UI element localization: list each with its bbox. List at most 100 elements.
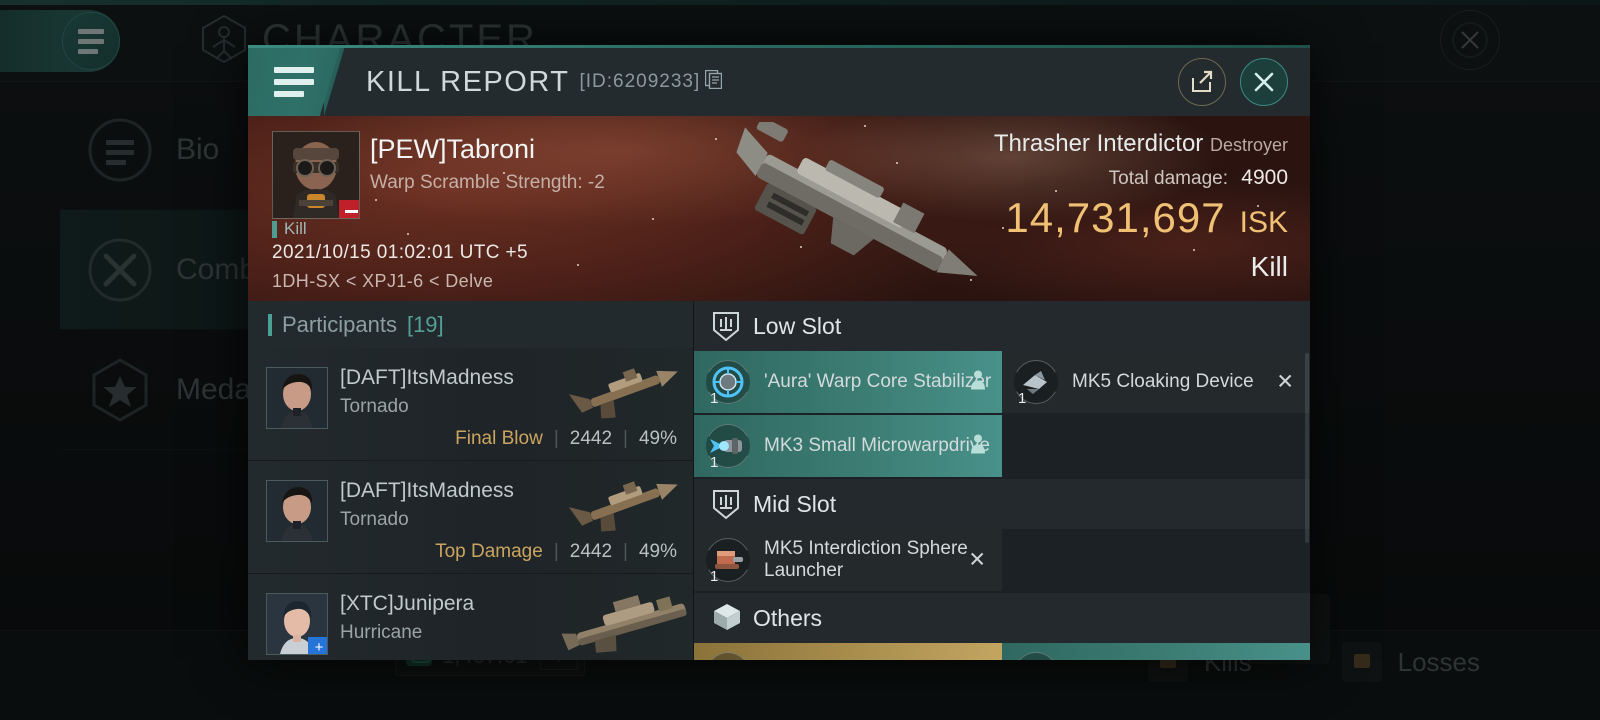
item-name: MK5 Cloaking Device	[1072, 371, 1254, 393]
list-item[interactable]: 1 MK3 Small Microwarpdrive	[694, 415, 1002, 477]
hamburger-icon	[274, 79, 314, 85]
list-item[interactable]: 1 'Aura' Warp Core Stabilizer	[694, 351, 1002, 413]
victim-ship-name: Thrasher Interdictor	[993, 130, 1204, 157]
fitting-column-left: 1 'Aura' Warp Core Stabilizer 1 MK3 Smal…	[694, 351, 1002, 479]
victim-attribute: Warp Scramble Strength: -2	[370, 172, 605, 193]
hurricane-ship-art	[561, 586, 701, 660]
avatar: +	[266, 593, 328, 655]
microwarpdrive-icon: 1	[706, 424, 750, 471]
total-damage-label: Total damage:	[1108, 168, 1228, 189]
fitting-grid-mid-slot: 1 MK5 Interdiction Sphere Launcher ✕	[694, 529, 1310, 593]
participant-damage: 2442	[569, 541, 613, 562]
minus-badge-icon	[339, 200, 359, 218]
item-name: 'Aura' Warp Core Stabilizer	[764, 371, 992, 393]
kill-location: 1DH-SX < XPJ1-6 < Delve	[272, 271, 494, 291]
fitting-grid-others: Lv.6 Minmatar Ship	[694, 643, 1310, 660]
kill-result-label: Kill	[1250, 251, 1288, 282]
fitting-column-right: Plasmoids	[1002, 643, 1310, 660]
close-icon[interactable]: ✕	[1276, 370, 1294, 395]
total-damage-row: Total damage: 4900	[1109, 166, 1288, 190]
copy-icon[interactable]	[705, 69, 723, 94]
stat-separator: |	[623, 541, 628, 562]
fitting-column-left: 1 MK5 Interdiction Sphere Launcher ✕	[694, 529, 1002, 593]
participant-ship: Tornado	[340, 509, 409, 530]
fitting-column-right: 1 MK5 Cloaking Device ✕	[1002, 351, 1310, 479]
tornado-ship-art	[567, 465, 687, 541]
participants-count: [19]	[406, 311, 444, 337]
dialog-title: KILL REPORT	[366, 65, 570, 98]
dialog-body: Participants [19] [DAFT]ItsMadness Torna…	[248, 301, 1310, 660]
isk-amount: 14,731,697	[1005, 194, 1226, 241]
isk-value-row: 14,731,697 ISK	[1005, 194, 1288, 242]
participant-stats: Top Damage | 2442 | 49%	[435, 541, 677, 563]
person-icon	[970, 434, 986, 459]
list-item[interactable]: 1 MK5 Interdiction Sphere Launcher ✕	[694, 529, 1002, 591]
total-damage-value: 4900	[1241, 166, 1288, 189]
victim-avatar[interactable]	[272, 131, 360, 219]
warp-core-stabilizer-icon: 1	[706, 360, 750, 407]
participant-ship: Hurricane	[340, 622, 423, 643]
participant-percent: 49%	[638, 541, 677, 562]
fitting-section-title: Others	[753, 604, 823, 631]
item-quantity: 1	[710, 454, 719, 471]
participant-name: [DAFT]ItsMadness	[340, 479, 514, 502]
close-icon[interactable]: ✕	[968, 548, 986, 573]
fitting-column-left: Lv.6 Minmatar Ship	[694, 643, 1002, 660]
kill-tag-marker	[272, 220, 277, 238]
participant-ship: Tornado	[340, 396, 409, 417]
interdiction-sphere-launcher-icon: 1	[706, 538, 750, 585]
screen-root: CHARACTER Bio	[0, 0, 1600, 720]
participant-tag: Top Damage	[435, 541, 543, 562]
fitting-section-title: Low Slot	[753, 312, 842, 339]
dialog-report-id: [ID:6209233]	[579, 71, 701, 92]
participant-tag: Final Blow	[455, 428, 543, 449]
slot-shield-icon	[712, 310, 740, 342]
avatar-male-dark-hair	[267, 481, 327, 541]
stat-separator: |	[623, 428, 628, 449]
fitting-section-header-mid-slot: Mid Slot	[694, 479, 1310, 529]
fitting-section-header-others: Others	[694, 593, 1310, 643]
victim-ship-header: Thrasher Interdictor Destroyer	[994, 130, 1288, 158]
kill-timestamp: 2021/10/15 01:02:01 UTC +5	[272, 242, 528, 263]
list-item[interactable]: Plasmoids	[1002, 643, 1310, 660]
victim-banner: [PEW]Tabroni Warp Scramble Strength: -2 …	[248, 116, 1310, 301]
stat-separator: |	[553, 428, 559, 449]
cloaking-device-icon: 1	[1014, 360, 1058, 407]
item-quantity: 1	[1018, 390, 1027, 407]
plus-badge-icon: +	[308, 637, 327, 654]
table-row[interactable]: [DAFT]ItsMadness Tornado Final Blow | 24…	[248, 348, 693, 461]
fitting-scrollbar[interactable]	[1305, 353, 1309, 543]
share-button[interactable]	[1178, 58, 1226, 106]
participant-percent: 49%	[638, 428, 677, 449]
victim-ship-class: Destroyer	[1209, 135, 1288, 155]
cube-icon	[712, 602, 740, 634]
item-name: MK3 Small Microwarpdrive	[764, 435, 990, 457]
fitting-column-right	[1002, 529, 1310, 593]
person-icon	[970, 370, 986, 395]
avatar	[266, 367, 328, 429]
item-quantity: 1	[710, 568, 719, 585]
participants-title: Participants	[282, 311, 397, 337]
hamburger-icon	[274, 91, 304, 97]
participants-header: Participants [19]	[248, 301, 693, 348]
participants-panel: Participants [19] [DAFT]ItsMadness Torna…	[248, 301, 694, 660]
minmatar-ship-icon	[706, 652, 750, 660]
stat-separator: |	[553, 541, 559, 562]
item-quantity: 1	[710, 390, 719, 407]
fitting-panel: Low Slot 1 'Aura' Warp Core Stabilizer 1…	[694, 301, 1310, 660]
fitting-section-title: Mid Slot	[753, 490, 837, 517]
slot-shield-icon	[712, 488, 740, 520]
plasmoid-icon	[1014, 652, 1058, 660]
item-name: MK5 Interdiction Sphere Launcher	[764, 538, 968, 581]
table-row[interactable]: [DAFT]ItsMadness Tornado Top Damage | 24…	[248, 461, 693, 574]
kill-result-tag: Kill	[272, 219, 307, 239]
kill-report-dialog: KILL REPORT [ID:6209233] [PEW]Tabroni Wa…	[248, 45, 1310, 660]
table-row[interactable]: + [XTC]Junipera Hurricane	[248, 574, 693, 660]
participant-name: [XTC]Junipera	[340, 592, 475, 615]
list-item[interactable]: Lv.6 Minmatar Ship	[694, 643, 1002, 660]
fitting-grid-low-slot: 1 'Aura' Warp Core Stabilizer 1 MK3 Smal…	[694, 351, 1310, 479]
dialog-close-button[interactable]	[1240, 58, 1288, 106]
close-icon	[1254, 72, 1274, 92]
list-item[interactable]: 1 MK5 Cloaking Device ✕	[1002, 351, 1310, 413]
dialog-header-actions	[1178, 58, 1288, 106]
